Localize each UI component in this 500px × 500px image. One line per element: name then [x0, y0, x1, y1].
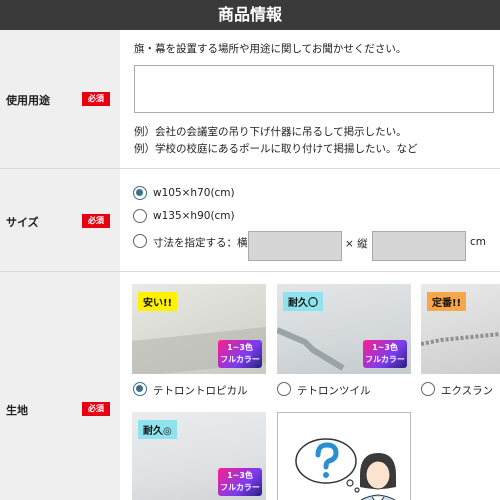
fabric-tag: 耐久◎ [138, 420, 177, 439]
size-label: サイズ [6, 216, 39, 229]
fabric-label: 生地 [6, 404, 28, 417]
size-radio-2[interactable] [133, 209, 147, 223]
color-badge: 1~3色 フルカラー [218, 340, 262, 368]
size-radio-3[interactable] [133, 234, 147, 248]
usage-example-2: 例）学校の校庭にあるポールに取り付けて掲揚したい。など [134, 143, 418, 155]
size-option-2-label[interactable]: w135×h90(cm) [153, 210, 235, 222]
usage-label-cell: 使用用途 必須 [0, 30, 120, 168]
times-label: × 縦 [345, 238, 368, 250]
fabric-radio-1[interactable] [133, 382, 147, 396]
fabric-option-2-label[interactable]: テトロンツイル [297, 383, 371, 398]
usage-example-1: 例）会社の会議室の吊り下げ什器に吊るして掲示したい。 [134, 126, 407, 138]
size-option-3-label[interactable]: 寸法を指定する：横 [153, 235, 248, 250]
fabric-tag: 耐久〇 [283, 292, 323, 311]
fabric-image-tropical[interactable]: 安い!! 1~3色 フルカラー [132, 284, 266, 374]
size-option-1-label[interactable]: w105×h70(cm) [153, 187, 235, 199]
badge-line-1: 1~3色 [227, 343, 253, 352]
height-input[interactable] [372, 231, 466, 261]
size-radio-1[interactable] [133, 186, 147, 200]
required-badge: 必須 [82, 214, 110, 228]
badge-line-1: 1~3色 [372, 343, 398, 352]
width-input[interactable] [248, 231, 342, 261]
fabric-label-cell: 生地 必須 [0, 272, 120, 500]
fabric-image-twill[interactable]: 耐久〇 1~3色 フルカラー [277, 284, 411, 374]
fabric-radio-3[interactable] [421, 382, 435, 396]
required-badge: 必須 [82, 92, 110, 106]
required-badge: 必須 [82, 402, 110, 416]
fabric-option-3-label[interactable]: エクスラン [441, 383, 493, 398]
usage-textarea[interactable] [134, 65, 494, 113]
usage-instruction: 旗・幕を設置する場所や用途に関してお聞かせください。 [134, 43, 407, 55]
badge-line-1: 1~3色 [227, 471, 253, 480]
fabric-option-1-label[interactable]: テトロントロピカル [153, 383, 248, 398]
help-illustration-card[interactable] [277, 412, 411, 500]
fabric-tag: 安い!! [138, 292, 178, 311]
badge-line-2: フルカラー [220, 483, 260, 492]
question-person-illustration [295, 438, 396, 500]
size-label-cell: サイズ 必須 [0, 169, 120, 271]
color-badge: 1~3色 フルカラー [218, 468, 262, 496]
color-badge: 1~3色 フルカラー [363, 340, 407, 368]
badge-line-2: フルカラー [220, 355, 260, 364]
usage-label: 使用用途 [6, 94, 50, 107]
fabric-radio-2[interactable] [277, 382, 291, 396]
section-header: 商品情報 [0, 0, 500, 30]
badge-line-2: フルカラー [365, 355, 405, 364]
fabric-tag: 定番!! [427, 292, 467, 311]
fabric-image-exlan[interactable]: 定番!! [421, 284, 500, 374]
fabric-image-durable[interactable]: 耐久◎ 1~3色 フルカラー [132, 412, 266, 500]
unit-label: cm [470, 236, 487, 248]
